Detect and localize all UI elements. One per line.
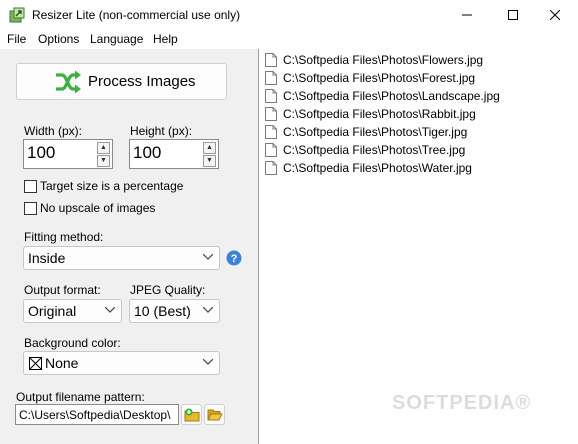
maximize-button[interactable] <box>490 0 536 30</box>
process-images-button[interactable]: Process Images <box>16 63 227 100</box>
chevron-down-icon <box>105 307 115 313</box>
minimize-button[interactable] <box>444 0 490 30</box>
jpeg-quality-value: 10 (Best) <box>134 303 191 319</box>
width-label: Width (px): <box>24 124 83 138</box>
window-title: Resizer Lite (non-commercial use only) <box>32 8 241 22</box>
file-path: C:\Softpedia Files\Photos\Tree.jpg <box>283 143 466 157</box>
background-color-value: None <box>45 355 79 371</box>
height-up-button[interactable]: ▲ <box>203 142 216 154</box>
maximize-icon <box>508 10 518 20</box>
app-icon <box>9 7 25 23</box>
file-path: C:\Softpedia Files\Photos\Water.jpg <box>283 161 472 175</box>
fitting-method-value: Inside <box>28 250 66 266</box>
pattern-builder-button[interactable] <box>181 404 202 425</box>
menu-bar: File Options Language Help <box>0 30 578 49</box>
fitting-method-select[interactable]: Inside <box>23 246 220 270</box>
height-input[interactable]: 100 ▲ ▼ <box>129 139 219 169</box>
filename-pattern-input[interactable]: C:\Users\Softpedia\Desktop\ <box>15 404 179 425</box>
menu-options[interactable]: Options <box>38 32 79 46</box>
jpeg-quality-label: JPEG Quality: <box>130 283 206 297</box>
watermark: SOFTPEDIA® <box>392 392 532 414</box>
background-color-select[interactable]: None <box>23 351 220 375</box>
jpeg-quality-select[interactable]: 10 (Best) <box>129 299 220 323</box>
file-list[interactable]: C:\Softpedia Files\Photos\Flowers.jpg C:… <box>258 49 578 444</box>
width-value: 100 <box>27 143 56 162</box>
fitting-method-label: Fitting method: <box>24 230 104 244</box>
close-button[interactable] <box>532 0 578 30</box>
height-label: Height (px): <box>130 124 193 138</box>
height-value: 100 <box>133 143 162 162</box>
settings-panel: Process Images Width (px): 100 ▲ ▼ Heigh… <box>0 49 257 444</box>
close-icon <box>550 10 560 20</box>
menu-help[interactable]: Help <box>153 32 178 46</box>
minimize-icon <box>462 14 472 16</box>
chevron-down-icon <box>203 307 213 313</box>
file-icon <box>265 89 277 103</box>
file-path: C:\Softpedia Files\Photos\Tiger.jpg <box>283 125 468 139</box>
no-upscale-label: No upscale of images <box>40 201 156 215</box>
file-icon <box>265 125 277 139</box>
question-mark-icon[interactable]: ? <box>226 250 242 266</box>
background-color-label: Background color: <box>24 336 121 350</box>
no-color-swatch-icon <box>29 357 42 370</box>
percentage-checkbox[interactable] <box>24 180 37 193</box>
output-format-label: Output format: <box>24 283 101 297</box>
svg-text:?: ? <box>231 253 238 265</box>
filename-pattern-label: Output filename pattern: <box>16 390 145 404</box>
folder-star-icon <box>184 408 200 422</box>
height-down-button[interactable]: ▼ <box>203 155 216 167</box>
chevron-down-icon <box>203 254 213 260</box>
file-icon <box>265 161 277 175</box>
output-format-value: Original <box>28 303 77 319</box>
output-format-select[interactable]: Original <box>23 299 122 323</box>
file-icon <box>265 71 277 85</box>
file-path: C:\Softpedia Files\Photos\Forest.jpg <box>283 71 476 85</box>
title-bar: Resizer Lite (non-commercial use only) <box>0 0 578 30</box>
width-input[interactable]: 100 ▲ ▼ <box>23 139 113 169</box>
menu-file[interactable]: File <box>7 32 26 46</box>
browse-folder-button[interactable] <box>204 404 225 425</box>
chevron-down-icon <box>203 359 213 365</box>
process-images-label: Process Images <box>88 73 196 90</box>
folder-open-icon <box>207 409 223 421</box>
width-down-button[interactable]: ▼ <box>97 155 110 167</box>
no-upscale-checkbox[interactable] <box>24 202 37 215</box>
shuffle-arrows-icon <box>56 70 81 94</box>
file-path: C:\Softpedia Files\Photos\Rabbit.jpg <box>283 107 476 121</box>
menu-language[interactable]: Language <box>90 32 143 46</box>
file-path: C:\Softpedia Files\Photos\Flowers.jpg <box>283 53 484 67</box>
file-path: C:\Softpedia Files\Photos\Landscape.jpg <box>283 89 500 103</box>
file-icon <box>265 53 277 67</box>
filename-pattern-value: C:\Users\Softpedia\Desktop\ <box>19 408 171 422</box>
width-up-button[interactable]: ▲ <box>97 142 110 154</box>
file-icon <box>265 143 277 157</box>
percentage-label: Target size is a percentage <box>40 179 184 193</box>
file-icon <box>265 107 277 121</box>
